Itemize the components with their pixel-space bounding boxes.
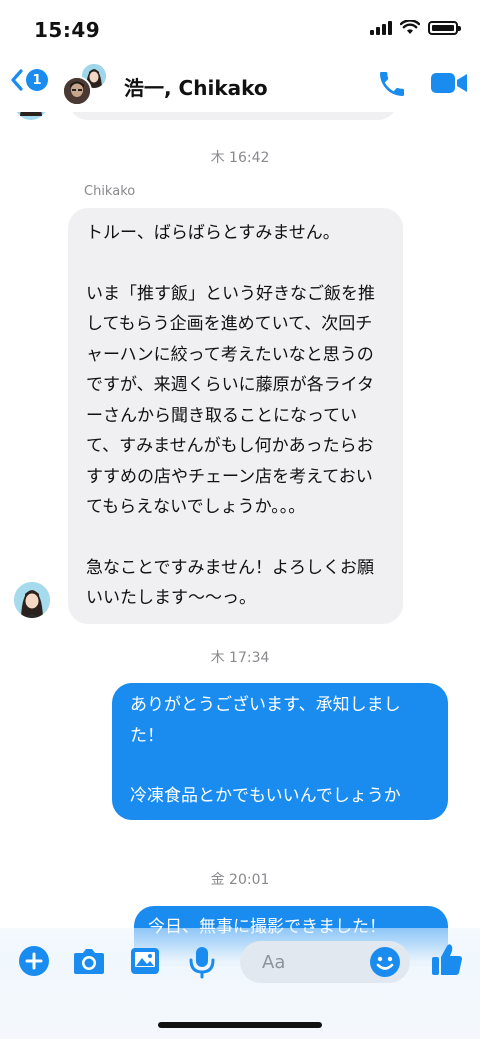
- voice-message-button[interactable]: [187, 945, 217, 983]
- battery-icon: [428, 20, 461, 35]
- home-indicator: [158, 1022, 322, 1028]
- more-actions-button[interactable]: [18, 945, 50, 981]
- timestamp: 木 16:42: [210, 150, 270, 166]
- avatar: [62, 76, 92, 106]
- message-text: トルー、ばらばらとすみません。: [86, 223, 340, 243]
- timestamp: 金 20:01: [210, 872, 270, 888]
- message-text: 急なことですみません！よろしくお願いいたします〜〜っ。: [86, 557, 374, 609]
- microphone-icon: [189, 947, 215, 979]
- message-text: いま「推す飯」という好きなご飯を推してもらう企画を進めていて、次回チャーハンに絞…: [86, 283, 375, 518]
- outgoing-message-bubble[interactable]: ありがとうございます、承知しました！ 冷凍食品とかでもいいんでしょうか: [112, 683, 448, 820]
- emoji-button[interactable]: [369, 946, 401, 982]
- unread-badge: 1: [26, 69, 48, 91]
- group-avatar[interactable]: [62, 62, 108, 108]
- camera-button[interactable]: [72, 945, 106, 981]
- sender-name: Chikako: [84, 184, 136, 199]
- image-icon: [131, 948, 159, 974]
- like-button[interactable]: [430, 942, 464, 982]
- status-bar: 15:49: [0, 0, 480, 58]
- emoji-icon: [370, 947, 400, 977]
- gallery-button[interactable]: [129, 945, 161, 981]
- plus-icon: [19, 946, 49, 976]
- status-icons: [370, 20, 461, 35]
- message-text: ありがとうございます、承知しました！: [130, 695, 401, 746]
- back-button[interactable]: 1: [10, 68, 48, 92]
- status-time: 15:49: [34, 18, 101, 42]
- thumbs-up-icon: [432, 944, 462, 975]
- message-input-placeholder: Aa: [262, 952, 286, 973]
- camera-icon: [74, 949, 104, 974]
- conversation-title[interactable]: 浩一, Chikako: [124, 72, 268, 101]
- chevron-left-icon: [11, 69, 23, 91]
- avatar[interactable]: [14, 582, 50, 618]
- video-call-button[interactable]: [430, 70, 468, 100]
- incoming-message-bubble[interactable]: トルー、ばらばらとすみません。 いま「推す飯」という好きなご飯を推してもらう企画…: [68, 208, 403, 624]
- wifi-icon: [400, 20, 420, 34]
- signal-icon: [370, 20, 392, 35]
- timestamp: 木 17:34: [210, 650, 270, 666]
- chat-header: 1 浩一, Chikako: [0, 58, 480, 112]
- video-camera-icon: [431, 73, 467, 93]
- call-button[interactable]: [376, 68, 408, 104]
- message-text: 冷凍食品とかでもいいんでしょうか: [130, 786, 401, 806]
- phone-icon: [380, 72, 404, 96]
